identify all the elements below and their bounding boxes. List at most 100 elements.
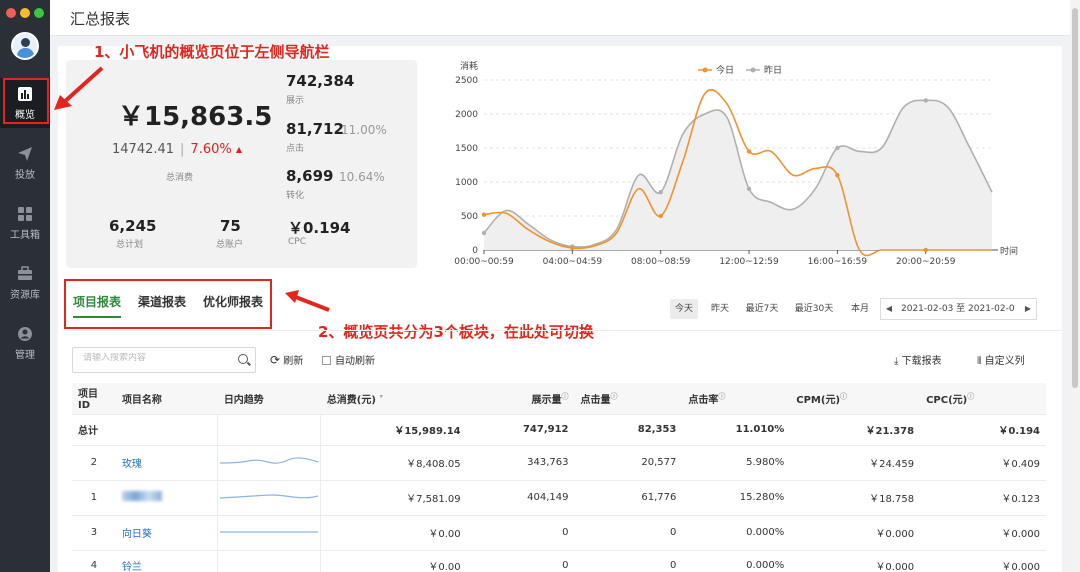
custom-columns-button[interactable]: ⦀ 自定义列 [977, 352, 1025, 367]
top-header: 汇总报表 [50, 0, 1080, 36]
trend-cell [217, 414, 322, 446]
auto-refresh-checkbox[interactable]: 自动刷新 [322, 352, 375, 367]
annotation-text-tabs: 2、概览页共分为3个板块，在此处可切换 [318, 323, 594, 341]
sort-icon[interactable]: ▾ [379, 392, 383, 400]
column-header[interactable]: 总消费(元) ▾ [320, 383, 467, 415]
project-name-link[interactable]: 玫瑰 [115, 445, 218, 481]
plans-label: 总计划 [116, 240, 144, 250]
legend-label: 昨日 [764, 64, 782, 76]
sidebar-item-launch[interactable]: 投放 [0, 138, 50, 188]
project-id: 3 [72, 515, 116, 551]
info-icon[interactable]: ⓘ [562, 392, 569, 400]
auto-refresh-label: 自动刷新 [335, 356, 375, 367]
conversions-label: 转化 [286, 191, 305, 201]
date-filter-today[interactable]: 今天 [670, 299, 698, 319]
project-impressions: 343,763 [466, 445, 575, 481]
data-point [746, 186, 752, 191]
info-icon[interactable]: ⓘ [967, 392, 974, 400]
project-spend: ￥7,581.09 [320, 480, 467, 516]
sidebar-item-manage[interactable]: 管理 [0, 318, 50, 368]
column-header[interactable]: 展示量ⓘ [466, 383, 575, 415]
column-header[interactable]: 点击量ⓘ [574, 383, 683, 415]
next-date-icon[interactable]: ▶ [1022, 299, 1034, 319]
table-row[interactable]: 4 铃兰 ￥0.00 0 0 0.000% ￥0.000 ￥0.000 [72, 550, 1046, 572]
toolbox-icon [17, 266, 33, 282]
click-rate: 11.00% [341, 123, 387, 137]
date-filter-7days[interactable]: 最近7天 [742, 299, 782, 319]
info-icon[interactable]: ⓘ [718, 392, 725, 400]
date-filter-30days[interactable]: 最近30天 [790, 299, 838, 319]
project-ctr: 5.980% [682, 445, 791, 481]
total-cpm: ￥21.378 [790, 414, 921, 446]
sidebar-item-label: 管理 [15, 350, 35, 361]
search-input[interactable] [83, 353, 233, 363]
active-tab-indicator [73, 316, 121, 318]
project-cpc: ￥0.123 [920, 480, 1046, 516]
project-name-link[interactable]: 向日葵 [115, 515, 218, 551]
date-range-picker[interactable]: ◀ 2021-02-03 至 2021-02-0 ▶ [880, 298, 1037, 320]
column-header[interactable]: 项目名称 [115, 383, 218, 415]
table-row[interactable]: 2 玫瑰 ￥8,408.05 343,763 20,577 5.980% ￥24… [72, 445, 1046, 481]
download-label: 下载报表 [901, 356, 942, 367]
checkbox-icon[interactable] [322, 356, 331, 365]
accounts-value: 75 [220, 217, 241, 235]
custom-columns-label: 自定义列 [984, 356, 1025, 367]
tab-project-report[interactable]: 项目报表 [73, 293, 121, 310]
spend-line-chart: 0 500 1000 1500 2000 2500 消耗 时间 00:00~00:59 04:00… [440, 56, 1040, 272]
column-header[interactable]: CPC(元)ⓘ [920, 383, 1046, 415]
up-arrow-icon: ▲ [235, 145, 243, 154]
x-tick-label: 00:00~00:59 [454, 257, 514, 267]
project-name-link[interactable]: 铃兰 [115, 550, 218, 572]
project-clicks: 61,776 [574, 480, 683, 516]
y-tick-label: 1000 [455, 178, 478, 188]
date-filter-month[interactable]: 本月 [846, 299, 874, 319]
impressions-label: 展示 [286, 96, 305, 106]
vertical-scrollbar[interactable] [1070, 0, 1080, 572]
date-filter-yesterday[interactable]: 昨天 [706, 299, 734, 319]
data-point [923, 98, 928, 103]
tab-channel-report[interactable]: 渠道报表 [138, 293, 186, 310]
refresh-button[interactable]: ⟳ 刷新 [270, 352, 303, 367]
project-spend: ￥8,408.05 [320, 445, 467, 481]
y-tick-label: 500 [461, 212, 478, 222]
x-tick-label: 12:00~12:59 [719, 257, 779, 267]
date-range-text: 2021-02-03 至 2021-02-0 [901, 304, 1015, 314]
maximize-window-button[interactable] [34, 8, 44, 18]
trend-sparkline [217, 445, 322, 481]
project-cpm: ￥0.000 [790, 515, 921, 551]
info-icon[interactable]: ⓘ [840, 392, 847, 400]
scrollbar-thumb[interactable] [1072, 8, 1078, 388]
total-clicks: 82,353 [574, 414, 683, 446]
table-row[interactable]: 1 ￥7,581.09 404,149 61,776 15.280% ￥18.7… [72, 480, 1046, 516]
paper-plane-icon [17, 146, 33, 162]
project-cpm: ￥18.758 [790, 480, 921, 516]
column-header[interactable]: CPM(元)ⓘ [790, 383, 921, 415]
project-spend: ￥0.00 [320, 515, 467, 551]
close-window-button[interactable] [6, 8, 16, 18]
search-field[interactable] [72, 347, 256, 373]
conversions-value: 8,699 [286, 167, 334, 185]
sidebar-item-label: 投放 [15, 170, 35, 181]
column-header[interactable]: 项目ID [72, 383, 116, 415]
project-id: 2 [72, 445, 116, 481]
project-name-link[interactable] [115, 480, 218, 516]
sidebar-item-label: 资源库 [10, 290, 40, 301]
table-row[interactable]: 3 向日葵 ￥0.00 0 0 0.000% ￥0.000 ￥0.000 [72, 515, 1046, 551]
avatar[interactable] [11, 32, 39, 60]
tab-optimizer-report[interactable]: 优化师报表 [203, 293, 263, 310]
column-header[interactable]: 点击率ⓘ [682, 383, 791, 415]
project-id: 4 [72, 550, 116, 572]
minimize-window-button[interactable] [20, 8, 30, 18]
search-icon[interactable] [238, 354, 248, 364]
total-cpc: ￥0.194 [920, 414, 1046, 446]
sidebar-item-toolbox[interactable]: 工具箱 [0, 198, 50, 248]
info-icon[interactable]: ⓘ [611, 392, 618, 400]
project-clicks: 0 [574, 515, 683, 551]
yesterday-area [484, 100, 992, 251]
download-report-button[interactable]: ⤓ 下载报表 [894, 352, 942, 367]
sidebar-item-library[interactable]: 资源库 [0, 258, 50, 308]
project-ctr: 15.280% [682, 480, 791, 516]
prev-date-icon[interactable]: ◀ [883, 299, 895, 319]
project-spend: ￥0.00 [320, 550, 467, 572]
annotation-arrow-tabs [285, 290, 330, 312]
